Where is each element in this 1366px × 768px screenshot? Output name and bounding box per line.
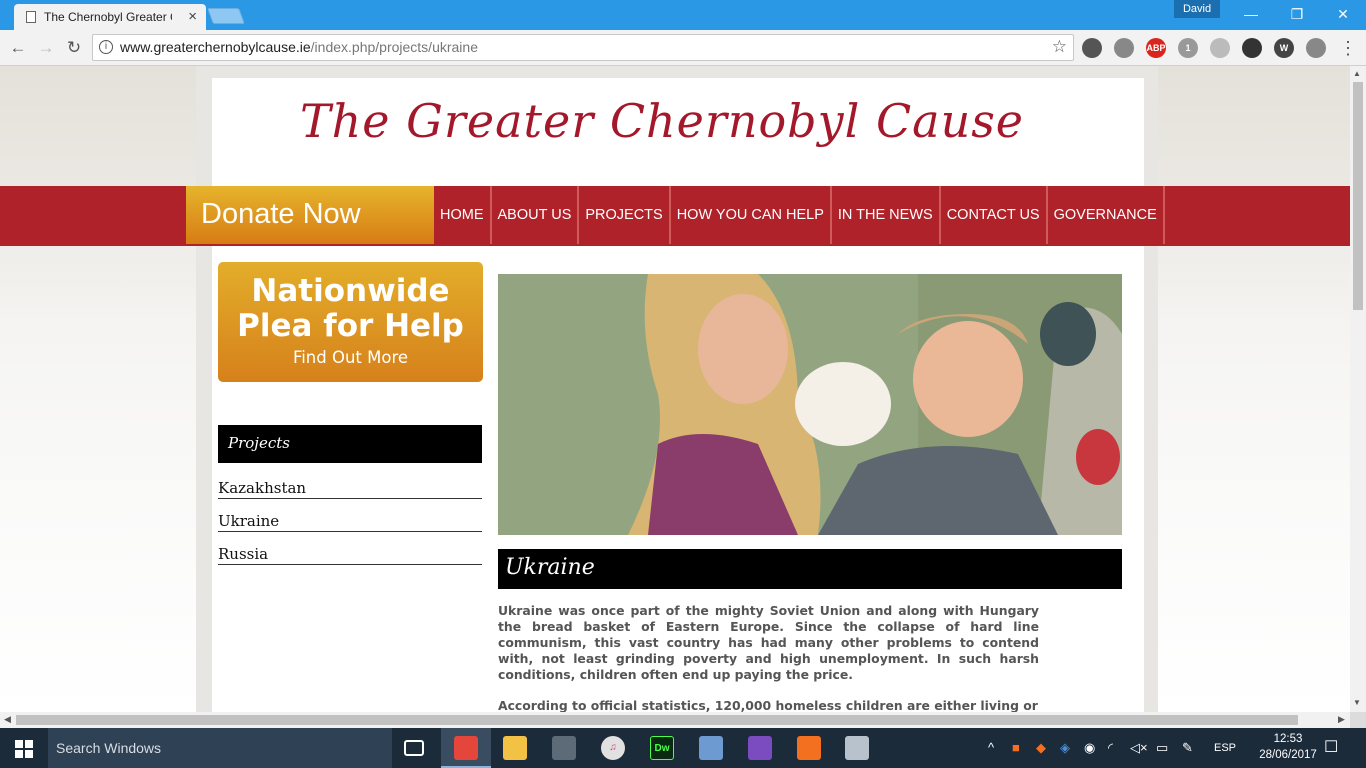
adblock-plus-icon[interactable]: ABP [1146,38,1166,58]
network-app-icon[interactable] [845,736,869,760]
visual-studio-icon[interactable] [748,736,772,760]
gear-icon[interactable] [1242,38,1262,58]
tools-extension-icon[interactable]: 1 [1178,38,1198,58]
scroll-right-arrow-icon[interactable]: ▶ [1338,714,1345,725]
notifications-icon[interactable]: ☐ [1324,728,1338,768]
defender-tray-icon[interactable]: ◉ [1084,728,1095,768]
settings-extension-icon[interactable] [1210,38,1230,58]
mail-icon[interactable] [1082,38,1102,58]
fox-tray-icon[interactable]: ◆ [1036,728,1046,768]
find-out-more-link[interactable]: Find Out More [218,348,483,367]
vertical-scroll-thumb[interactable] [1353,82,1363,310]
chrome-icon[interactable] [454,736,478,760]
main-menu: HOME ABOUT US PROJECTS HOW YOU CAN HELP IN T… [434,186,1165,244]
taskbar-clock[interactable]: 12:53 28/06/2017 [1248,731,1328,763]
url-path: /index.php/projects/ukraine [310,39,478,55]
forward-icon[interactable]: → [34,36,58,60]
nav-item-projects[interactable]: PROJECTS [579,186,671,244]
sidebar-item-russia[interactable]: Russia [218,542,482,565]
clock-time: 12:53 [1273,733,1303,745]
scrollbar-corner [1350,712,1366,728]
plea-line1: Nationwide [251,273,450,309]
maximize-button[interactable]: ❐ [1274,0,1320,28]
windows-logo-icon [25,740,33,748]
xampp-tray-icon[interactable]: ■ [1012,728,1020,768]
content-paragraph: Ukraine was once part of the mighty Sovi… [498,603,1039,682]
close-window-button[interactable]: ✕ [1320,0,1366,28]
tab-close-icon[interactable]: × [188,8,197,25]
content-body: Ukraine was once part of the mighty Sovi… [498,603,1039,712]
content-heading: Ukraine [498,549,1122,589]
wifi-icon[interactable]: ◜ [1108,728,1113,768]
site-info-icon[interactable]: i [99,40,113,54]
vertical-scrollbar[interactable]: ▲ ▼ [1350,66,1366,712]
nav-item-in-the-news[interactable]: IN THE NEWS [832,186,941,244]
nav-item-home[interactable]: HOME [434,186,492,244]
windows-logo-icon [15,740,23,748]
battery-icon[interactable]: ▭ [1156,728,1168,768]
nav-item-about-us[interactable]: ABOUT US [492,186,580,244]
address-bar[interactable]: i www.greaterchernobylcause.ie/index.php… [92,34,1074,61]
start-button[interactable] [0,728,48,768]
w-extension-icon[interactable]: W [1274,38,1294,58]
tab-title: The Chernobyl Greater C [44,10,172,24]
dreamweaver-icon[interactable]: Dw [650,736,674,760]
browser-tab[interactable]: The Chernobyl Greater C × [14,4,206,30]
site-title[interactable]: The Greater Chernobyl Cause [212,94,1112,148]
dropbox-tray-icon[interactable]: ◈ [1060,728,1070,768]
nav-item-how-you-can-help[interactable]: HOW YOU CAN HELP [671,186,832,244]
sidebar-projects-list: Kazakhstan Ukraine Russia [218,476,482,575]
bookmark-star-icon[interactable]: ☆ [1052,37,1067,57]
new-tab-button[interactable] [207,8,245,24]
clock-date: 28/06/2017 [1259,749,1317,761]
url-domain: www.greaterchernobylcause.ie [120,39,311,55]
xampp-icon[interactable] [797,736,821,760]
minimize-button[interactable]: — [1228,0,1274,28]
scroll-down-arrow-icon[interactable]: ▼ [1353,698,1361,707]
nav-item-governance[interactable]: GOVERNANCE [1048,186,1165,244]
language-indicator[interactable]: ESP [1214,728,1236,768]
sidebar-heading: Projects [218,425,482,463]
page-icon [26,11,36,23]
hero-photo [498,274,1122,535]
taskbar-search-input[interactable]: Search Windows [48,728,392,768]
tray-overflow-icon[interactable]: ^ [988,728,994,768]
pen-icon[interactable]: ✎ [1182,728,1193,768]
chrome-menu-icon[interactable]: ⋮ [1336,36,1360,60]
windows-logo-icon [15,750,23,758]
content-paragraph: According to official statistics, 120,00… [498,698,1038,712]
itunes-icon[interactable]: ♫ [601,736,625,760]
task-view-icon[interactable] [404,740,424,756]
sidebar-item-ukraine[interactable]: Ukraine [218,509,482,532]
nationwide-plea-banner[interactable]: Nationwide Plea for Help Find Out More [218,262,483,382]
horizontal-scroll-thumb[interactable] [16,715,1298,725]
file-explorer-icon[interactable] [503,736,527,760]
virtualbox-icon[interactable] [699,736,723,760]
plea-line2: Plea for Help [237,308,464,344]
reload-icon[interactable]: ↻ [62,36,86,60]
store-icon[interactable] [552,736,576,760]
back-icon[interactable]: ← [6,36,30,60]
bolt-extension-icon[interactable] [1306,38,1326,58]
cube-extension-icon[interactable] [1114,38,1134,58]
sidebar-item-kazakhstan[interactable]: Kazakhstan [218,476,482,499]
browser-title-bar: The Chernobyl Greater C × David — ❐ ✕ [0,0,1366,30]
scroll-left-arrow-icon[interactable]: ◀ [4,714,11,725]
browser-toolbar: ← → ↻ i www.greaterchernobylcause.ie/ind… [0,30,1366,66]
horizontal-scrollbar[interactable]: ◀ ▶ [0,712,1350,728]
scroll-up-arrow-icon[interactable]: ▲ [1353,69,1361,78]
nav-item-contact-us[interactable]: CONTACT US [941,186,1048,244]
windows-logo-icon [25,750,33,758]
volume-icon[interactable]: ◁× [1130,728,1148,768]
page-viewport: The Greater Chernobyl Cause Donate Now H… [0,66,1350,712]
windows-taskbar: Search Windows ♫ Dw ^ ■ ◆ ◈ ◉ ◜ ◁× ▭ ✎ ES… [0,728,1366,768]
profile-button[interactable]: David [1174,0,1220,18]
